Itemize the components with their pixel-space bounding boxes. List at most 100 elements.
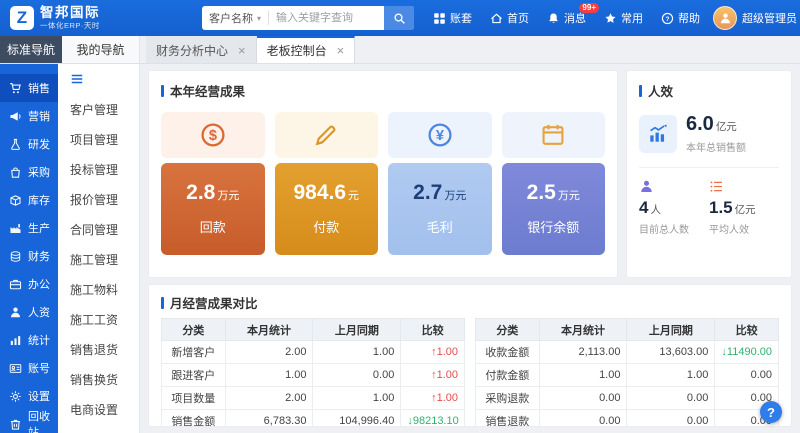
card-unit: 万元	[444, 190, 467, 203]
svg-text:?: ?	[666, 15, 670, 22]
card-collection-body[interactable]: 2.8 万元回款	[161, 163, 265, 255]
nav-mode-my[interactable]: 我的导航	[62, 36, 140, 63]
sidebar-item-purchasing[interactable]: 采购	[0, 158, 58, 186]
avg-efficiency-unit: 亿元	[734, 204, 756, 216]
tab-label: 财务分析中心	[156, 44, 229, 58]
card-value: 2.8 万元	[186, 181, 240, 205]
app-title: 智邦国际	[40, 5, 100, 20]
star-icon	[604, 12, 617, 25]
people-icon	[639, 179, 654, 194]
search-category-select[interactable]: 客户名称 ▾	[202, 11, 270, 25]
search-input[interactable]	[269, 12, 384, 24]
submenu-item-construction-wages[interactable]: 施工工资	[58, 304, 139, 334]
topbar: Z 智邦国际 一体化ERP·天时 客户名称 ▾ 账套 首页消息99+ 常用? 帮助 超…	[0, 0, 800, 36]
menu-collapse-button[interactable]	[58, 64, 139, 94]
avg-efficiency-number: 1.5	[709, 198, 733, 217]
total-sales-number: 6.0	[686, 113, 714, 135]
sidebar-item-production[interactable]: 生产	[0, 214, 58, 242]
avg-efficiency-stat: 1.5 亿元 平均人效	[709, 179, 779, 236]
search-icon	[393, 12, 406, 25]
sidebar: 销售 营销研发采购 库存 生产财务办公 人资 统计 账号 设置 回收站	[0, 64, 58, 433]
topbar-menu-help[interactable]: ? 帮助	[652, 0, 709, 36]
help-button[interactable]: ?	[760, 401, 782, 423]
user-menu[interactable]: 超级管理员	[709, 6, 797, 30]
comparison-table-right: 分类 本月统计 上月同期 比较 收款金额 2,113.00 13,603.00 ↓11490.…	[475, 318, 779, 426]
previous-month-cell: 1.00	[312, 340, 402, 364]
dollar-circle-icon: $	[200, 122, 226, 148]
submenu-item-bid-mgmt[interactable]: 投标管理	[58, 154, 139, 184]
comparison-cell: ↑1.00	[400, 363, 465, 387]
card-collection-iconbox: $	[161, 112, 265, 158]
card-payment-body[interactable]: 984.6 元付款	[274, 163, 378, 255]
sidebar-item-label: 研发	[28, 139, 50, 151]
topbar-menu-ledger[interactable]: 账套	[424, 0, 481, 36]
tab-boss-console[interactable]: 老板控制台 ×	[256, 36, 356, 63]
submenu-item-ecommerce-settings[interactable]: 电商设置	[58, 394, 139, 424]
card-label: 回款	[199, 219, 226, 235]
submenu-item-construction-materials[interactable]: 施工物料	[58, 274, 139, 304]
flask-icon	[9, 138, 22, 151]
logo-icon: Z	[10, 6, 34, 30]
submenu-item-sales-exchange[interactable]: 销售换货	[58, 364, 139, 394]
nav-mode-standard[interactable]: 标准导航	[0, 36, 62, 63]
sidebar-item-settings[interactable]: 设置	[0, 382, 58, 410]
column-header: 上月同期	[626, 318, 716, 341]
submenu-item-sales-returns[interactable]: 销售退货	[58, 334, 139, 364]
panel-title-text: 本年经营成果	[170, 85, 246, 99]
sidebar-item-marketing[interactable]: 营销	[0, 102, 58, 130]
bag-icon	[9, 166, 22, 179]
sidebar-item-office[interactable]: 办公	[0, 270, 58, 298]
current-month-cell: 1.00	[224, 363, 314, 387]
sidebar-item-sales[interactable]: 销售	[0, 74, 58, 102]
card-payment-iconbox	[274, 112, 378, 158]
sidebar-item-recycle[interactable]: 回收站	[0, 410, 58, 433]
category-cell: 销售退款	[475, 409, 540, 426]
column-header: 本月统计	[538, 318, 628, 341]
table-row: 新增客户 2.00 1.00 ↑1.00	[161, 340, 465, 364]
sidebar-item-rnd[interactable]: 研发	[0, 130, 58, 158]
table-header-row: 分类 本月统计 上月同期 比较	[475, 318, 779, 341]
app-logo[interactable]: Z 智邦国际 一体化ERP·天时	[10, 5, 100, 31]
card-label: 毛利	[426, 219, 453, 235]
close-icon[interactable]: ×	[238, 44, 246, 57]
avg-efficiency-caption: 平均人效	[709, 225, 749, 236]
topbar-menu-home[interactable]: 首页	[481, 0, 538, 36]
column-header: 分类	[161, 318, 226, 341]
bell-icon	[547, 12, 560, 25]
submenu-item-project-mgmt[interactable]: 项目管理	[58, 124, 139, 154]
submenu-item-construction-mgmt[interactable]: 施工管理	[58, 244, 139, 274]
sidebar-item-finance[interactable]: 财务	[0, 242, 58, 270]
column-header: 比较	[714, 318, 779, 341]
annual-results-title: 本年经营成果	[161, 81, 605, 100]
category-cell: 新增客户	[161, 340, 226, 364]
topbar-menu-favorites[interactable]: 常用	[595, 0, 652, 36]
pen-icon	[313, 122, 339, 148]
card-bank-balance-body[interactable]: 2.5 万元 银行余额	[501, 163, 605, 255]
card-label: 银行余额	[527, 219, 580, 235]
sidebar-item-inventory[interactable]: 库存	[0, 186, 58, 214]
submenu-item-customer-mgmt[interactable]: 客户管理	[58, 94, 139, 124]
search-button[interactable]	[384, 6, 414, 30]
sidebar-item-account[interactable]: 账号	[0, 354, 58, 382]
submenu-items: 客户管理 项目管理 投标管理 报价管理 合同管理 施工管理 施工物料 施工工资 销售退货 销售换货…	[58, 94, 139, 424]
submenu: 客户管理 项目管理 投标管理 报价管理 合同管理 施工管理 施工物料 施工工资 销售退货 销售换货…	[58, 64, 140, 433]
column-header: 上月同期	[312, 318, 402, 341]
sidebar-item-hr[interactable]: 人资	[0, 298, 58, 326]
coins-icon	[9, 250, 22, 263]
table-row: 跟进客户 1.00 0.00 ↑1.00	[161, 363, 465, 387]
topbar-menu-messages[interactable]: 消息 99+	[538, 0, 599, 36]
efficiency-stats: 4人 目前总人数 1.5 亿元 平均人效	[639, 179, 779, 236]
svg-text:¥: ¥	[436, 128, 445, 144]
card-gross-profit-body[interactable]: 2.7 万元 毛利	[388, 163, 492, 255]
table-row: 收款金额 2,113.00 13,603.00 ↓11490.00	[475, 340, 779, 364]
sidebar-item-statistics[interactable]: 统计	[0, 326, 58, 354]
previous-month-cell: 104,996.40	[312, 409, 402, 426]
yuan-circle-icon: ¥	[427, 122, 453, 148]
sidebar-item-label: 财务	[28, 251, 50, 263]
category-cell: 收款金额	[475, 340, 540, 364]
tab-finance-analysis[interactable]: 财务分析中心 ×	[146, 36, 257, 63]
submenu-item-quote-mgmt[interactable]: 报价管理	[58, 184, 139, 214]
close-icon[interactable]: ×	[337, 44, 345, 57]
current-month-cell: 2.00	[224, 386, 314, 410]
submenu-item-contract-mgmt[interactable]: 合同管理	[58, 214, 139, 244]
